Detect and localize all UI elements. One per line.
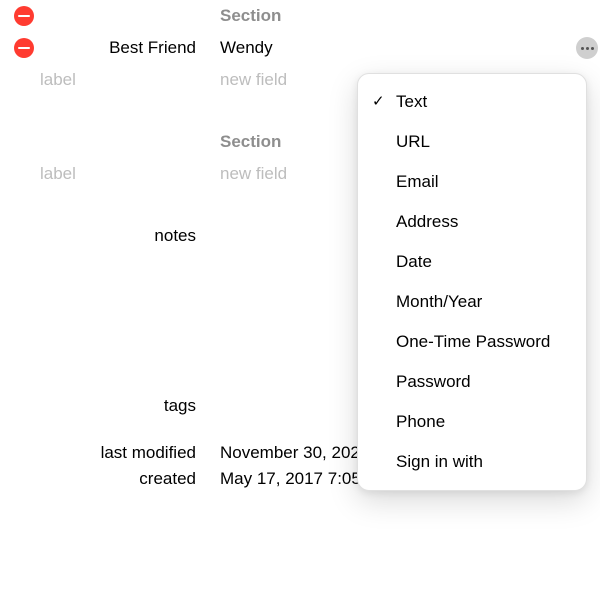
- dropdown-option-phone[interactable]: Phone: [358, 402, 586, 442]
- field-type-dropdown: Text URL Email Address Date Month/Year O…: [357, 73, 587, 491]
- new-field-label-input[interactable]: [40, 70, 196, 90]
- more-options-button[interactable]: [576, 37, 598, 59]
- section-header-row: Section: [0, 0, 600, 32]
- tags-label: tags: [40, 396, 220, 416]
- last-modified-label: last modified: [40, 443, 220, 463]
- remove-field-button[interactable]: [14, 38, 34, 58]
- created-label: created: [40, 469, 220, 489]
- dropdown-option-monthyear[interactable]: Month/Year: [358, 282, 586, 322]
- dropdown-option-text[interactable]: Text: [358, 82, 586, 122]
- dropdown-option-signinwith[interactable]: Sign in with: [358, 442, 586, 482]
- dropdown-option-address[interactable]: Address: [358, 202, 586, 242]
- dropdown-option-password[interactable]: Password: [358, 362, 586, 402]
- dropdown-option-url[interactable]: URL: [358, 122, 586, 162]
- remove-section-button[interactable]: [14, 6, 34, 26]
- dropdown-option-date[interactable]: Date: [358, 242, 586, 282]
- dropdown-option-email[interactable]: Email: [358, 162, 586, 202]
- dropdown-option-otp[interactable]: One-Time Password: [358, 322, 586, 362]
- new-field-label-input[interactable]: [40, 164, 196, 184]
- notes-label: notes: [40, 224, 220, 246]
- field-row: Best Friend Wendy: [0, 32, 600, 64]
- section-header-label[interactable]: Section: [220, 6, 570, 26]
- field-value[interactable]: Wendy: [220, 38, 570, 58]
- field-label[interactable]: Best Friend: [40, 38, 220, 58]
